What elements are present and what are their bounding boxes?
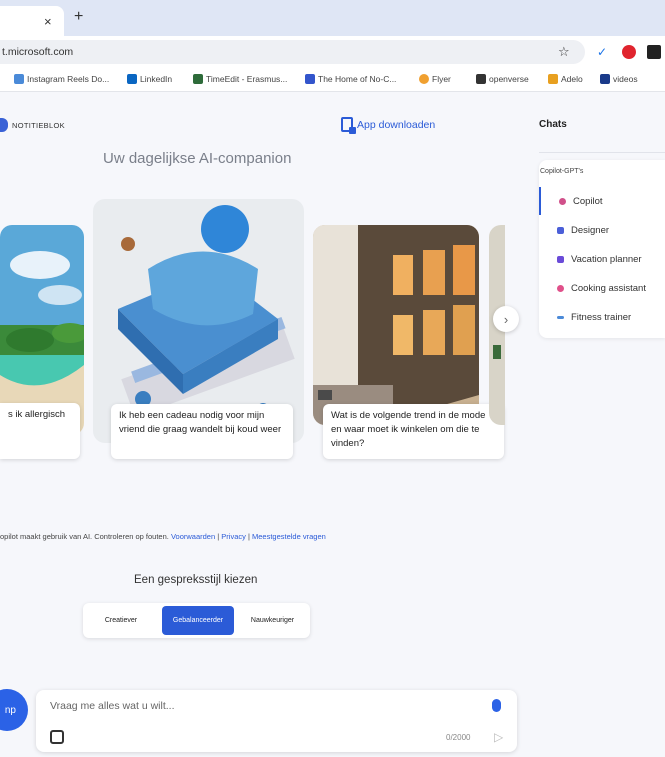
new-tab-button[interactable]: +	[74, 8, 83, 26]
active-tab[interactable]: ×	[0, 6, 64, 36]
send-icon[interactable]: ▷	[494, 730, 503, 744]
bookmark-item[interactable]: TimeEdit - Erasmus...	[193, 74, 287, 84]
divider	[539, 152, 665, 153]
bookmark-icon	[476, 74, 486, 84]
address-bar-url: t.microsoft.com	[2, 46, 74, 58]
bookmark-item[interactable]: The Home of No-C...	[305, 74, 396, 84]
new-topic-button[interactable]: np	[0, 689, 28, 731]
gpts-heading: Copilot-GPT's	[540, 168, 584, 175]
faq-link[interactable]: Meestgestelde vragen	[252, 532, 326, 541]
extension-icon-1[interactable]: ✓	[597, 45, 607, 59]
extension-icon-2[interactable]	[622, 45, 636, 59]
bookmark-icon	[548, 74, 558, 84]
tab-close-icon[interactable]: ×	[44, 14, 52, 29]
new-topic-label: np	[4, 704, 16, 716]
carousel-next-button[interactable]: ›	[493, 306, 519, 332]
notebook-label: NOTITIEBLOK	[12, 120, 65, 130]
bookmark-icon	[305, 74, 315, 84]
card-caption: Wat is de volgende trend in de mode en w…	[323, 404, 504, 459]
page-subtitle: Uw dagelijkse AI-companion	[103, 150, 292, 167]
microphone-icon[interactable]	[492, 699, 501, 712]
notebook-icon	[0, 118, 8, 132]
bookmark-item[interactable]: videos	[600, 74, 638, 84]
copilot-gpts-panel: Copilot-GPT's Copilot Designer Vacation …	[539, 160, 665, 338]
gpt-item-copilot[interactable]: Copilot	[539, 187, 665, 215]
bookmark-icon	[193, 74, 203, 84]
chat-composer: 0/2000 ▷	[36, 690, 517, 752]
conversation-style-title: Een gespreksstijl kiezen	[134, 574, 258, 586]
bookmark-icon	[14, 74, 24, 84]
card-caption: Ik heb een cadeau nodig voor mijn vriend…	[111, 404, 293, 459]
bookmark-icon	[600, 74, 610, 84]
bookmark-icon	[419, 74, 429, 84]
character-counter: 0/2000	[446, 733, 471, 742]
bookmark-star-icon[interactable]: ☆	[558, 44, 570, 60]
designer-icon	[557, 226, 564, 234]
chats-heading: Chats	[539, 119, 567, 130]
gpt-item-vacation-planner[interactable]: Vacation planner	[539, 245, 665, 273]
address-bar[interactable]: t.microsoft.com ☆	[0, 40, 585, 64]
style-precise-button[interactable]: Nauwkeuriger	[238, 606, 307, 635]
gpt-item-designer[interactable]: Designer	[539, 216, 665, 244]
terms-link[interactable]: Voorwaarden	[171, 532, 215, 541]
cooking-icon	[557, 284, 564, 292]
gpt-item-fitness-trainer[interactable]: Fitness trainer	[539, 303, 665, 331]
chevron-right-icon: ›	[503, 311, 509, 327]
style-balanced-button[interactable]: Gebalanceerder	[162, 606, 234, 635]
bookmark-item[interactable]: Adelo	[548, 74, 583, 84]
app-download-label: App downloaden	[357, 118, 436, 131]
conversation-style-selector: Creatiever Gebalanceerder Nauwkeuriger	[83, 603, 310, 638]
gpt-item-cooking-assistant[interactable]: Cooking assistant	[539, 274, 665, 302]
extension-icon-3[interactable]	[647, 45, 661, 59]
tab-strip: × +	[0, 0, 665, 36]
suggestion-card[interactable]	[313, 225, 479, 425]
city-street-image	[313, 225, 479, 425]
chat-input[interactable]	[50, 700, 450, 712]
notebook-tab[interactable]: NOTITIEBLOK	[0, 118, 65, 132]
bookmark-item[interactable]: Instagram Reels Do...	[14, 74, 109, 84]
image-upload-icon[interactable]	[50, 730, 64, 744]
bookmark-item[interactable]: LinkedIn	[127, 74, 172, 84]
suitcase-icon	[557, 255, 564, 263]
copilot-icon	[559, 197, 566, 205]
disclaimer: opilot maakt gebruik van AI. Controleren…	[0, 532, 326, 541]
bookmark-item[interactable]: Flyer	[419, 74, 451, 84]
bookmarks-bar: Instagram Reels Do... LinkedIn TimeEdit …	[0, 68, 665, 92]
style-creative-button[interactable]: Creatiever	[86, 606, 156, 635]
app-download-link[interactable]: App downloaden	[341, 117, 436, 134]
privacy-link[interactable]: Privacy	[221, 532, 246, 541]
dumbbell-icon	[557, 315, 564, 319]
card-caption: s ik allergisch	[0, 403, 80, 459]
bookmark-item[interactable]: openverse	[476, 74, 529, 84]
phone-icon	[341, 117, 356, 134]
bookmark-icon	[127, 74, 137, 84]
